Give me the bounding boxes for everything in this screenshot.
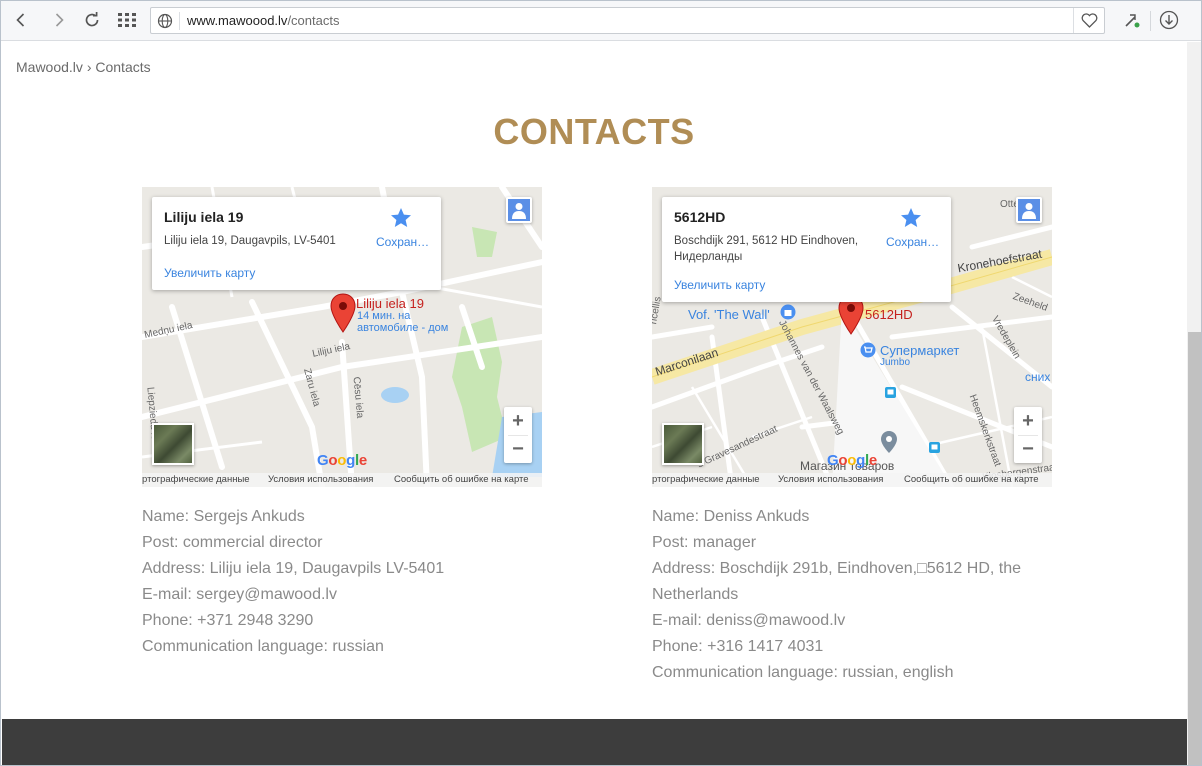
star-icon[interactable] bbox=[899, 206, 923, 230]
place-pin-icon bbox=[881, 431, 897, 453]
contact-email[interactable]: E-mail: deniss@mawood.lv bbox=[652, 608, 1021, 634]
place-label[interactable]: Vof. 'The Wall' bbox=[688, 307, 770, 322]
zoom-in-button[interactable]: + bbox=[1014, 407, 1042, 435]
browser-window: www.mawoood.lv/contacts Mawood.lv › Cont… bbox=[0, 0, 1202, 766]
toolbar-divider bbox=[1150, 11, 1151, 31]
map-card-address: Boschdijk 291, 5612 HD Eindhoven, Нидерл… bbox=[674, 235, 859, 263]
zoom-out-button[interactable]: − bbox=[1014, 435, 1042, 463]
map-card-title: 5612HD bbox=[674, 209, 726, 225]
place-label: сних bbox=[1025, 370, 1051, 384]
globe-icon bbox=[157, 13, 173, 29]
zoom-control: + − bbox=[504, 407, 532, 463]
save-place-link[interactable]: Сохран… bbox=[886, 235, 939, 249]
pin-sub-label: автомобиле - дом bbox=[357, 322, 449, 334]
contact-info-sergejs: Name: Sergejs Ankuds Post: commercial di… bbox=[142, 504, 444, 660]
map-attribution: ртографические данные Условия использова… bbox=[652, 473, 1052, 487]
pin-sub-label: 14 мин. на bbox=[357, 310, 411, 322]
report-error-link[interactable]: Сообщить об ошибке на карте bbox=[904, 474, 1039, 485]
satellite-toggle[interactable] bbox=[662, 423, 704, 465]
enlarge-map-link[interactable]: Увеличить карту bbox=[674, 278, 765, 292]
zoom-control: + − bbox=[1014, 407, 1042, 463]
contact-address: Address: Boschdijk 291b, Eindhoven,□5612… bbox=[652, 560, 1021, 577]
apps-button[interactable] bbox=[114, 7, 140, 33]
breadcrumb-home-link[interactable]: Mawood.lv bbox=[16, 59, 83, 75]
report-error-link[interactable]: Сообщить об ошибке на карте bbox=[394, 474, 529, 485]
url-domain: www.mawoood.lv bbox=[187, 13, 288, 28]
contact-phone[interactable]: Phone: +316 1417 4031 bbox=[652, 634, 1021, 660]
contact-post: Post: manager bbox=[652, 534, 757, 551]
heart-icon bbox=[1081, 13, 1097, 28]
enlarge-map-link[interactable]: Увеличить карту bbox=[164, 266, 255, 280]
contact-language: Communication language: russian, english bbox=[652, 664, 954, 681]
terms-link[interactable]: Условия использования bbox=[268, 474, 373, 485]
page-title: CONTACTS bbox=[493, 111, 695, 152]
map-pin-icon[interactable] bbox=[330, 293, 356, 333]
zoom-out-button[interactable]: − bbox=[504, 435, 532, 463]
back-icon bbox=[16, 13, 25, 27]
address-bar[interactable]: www.mawoood.lv/contacts bbox=[150, 7, 1105, 34]
page-footer bbox=[2, 719, 1187, 765]
map-info-card: Liliju iela 19 Liliju iela 19, Daugavpil… bbox=[152, 197, 441, 290]
back-button[interactable] bbox=[8, 7, 34, 33]
breadcrumb: Mawood.lv › Contacts bbox=[16, 59, 151, 75]
zoom-divider bbox=[508, 435, 528, 436]
map-data-link[interactable]: ртографические данные bbox=[652, 474, 760, 485]
contact-info-deniss: Name: Deniss Ankuds Post: manager Addres… bbox=[652, 504, 1021, 686]
street-view-button[interactable] bbox=[1016, 197, 1042, 223]
breadcrumb-current: Contacts bbox=[95, 59, 151, 75]
google-logo: Google bbox=[317, 452, 367, 469]
url-path: /contacts bbox=[287, 13, 340, 28]
zoom-in-button[interactable]: + bbox=[504, 407, 532, 435]
contact-address-continued: Netherlands bbox=[652, 586, 739, 603]
place-sub-label: Jumbo bbox=[880, 357, 911, 368]
map-daugavpils[interactable]: Medņu iela Liliju iela Zaru iela Cēsu ie… bbox=[142, 187, 542, 487]
pegman-icon bbox=[1018, 199, 1040, 221]
bus-stop-icon bbox=[929, 442, 940, 453]
download-icon bbox=[1159, 10, 1179, 30]
contact-name: Name: Deniss Ankuds bbox=[652, 508, 810, 525]
reload-button[interactable] bbox=[79, 7, 105, 33]
map-eindhoven[interactable]: Kronehoefstraat Marconilaan Vof. 'The Wa… bbox=[652, 187, 1052, 487]
map-info-card: 5612HD Boschdijk 291, 5612 HD Eindhoven,… bbox=[662, 197, 951, 302]
url-text[interactable]: www.mawoood.lv/contacts bbox=[187, 13, 339, 28]
terms-link[interactable]: Условия использования bbox=[778, 474, 883, 485]
scrollbar-thumb[interactable] bbox=[1188, 332, 1201, 765]
star-icon[interactable] bbox=[389, 206, 413, 230]
map-attribution: ртографические данные Условия использова… bbox=[142, 473, 542, 487]
cart-icon bbox=[860, 342, 876, 358]
pin-label: 5612HD bbox=[865, 307, 913, 322]
downloads-button[interactable] bbox=[1156, 7, 1182, 33]
pegman-icon bbox=[508, 199, 530, 221]
breadcrumb-separator: › bbox=[86, 59, 92, 75]
bus-stop-icon bbox=[885, 387, 896, 398]
reload-icon bbox=[85, 12, 99, 27]
pin-label: Liliju iela 19 bbox=[356, 296, 424, 311]
url-separator bbox=[179, 12, 180, 30]
map-card-title: Liliju iela 19 bbox=[164, 209, 244, 225]
bookmark-button[interactable] bbox=[1073, 8, 1104, 33]
map-data-link[interactable]: ртографические данные bbox=[142, 474, 250, 485]
contact-email[interactable]: E-mail: sergey@mawood.lv bbox=[142, 582, 444, 608]
contact-phone[interactable]: Phone: +371 2948 3290 bbox=[142, 608, 444, 634]
browser-toolbar: www.mawoood.lv/contacts bbox=[1, 1, 1201, 41]
contact-language: Communication language: russian bbox=[142, 638, 384, 655]
satellite-toggle[interactable] bbox=[152, 423, 194, 465]
contact-address: Address: Liliju iela 19, Daugavpils LV-5… bbox=[142, 560, 445, 577]
forward-icon bbox=[55, 13, 64, 27]
street-view-button[interactable] bbox=[506, 197, 532, 223]
zoom-divider bbox=[1018, 435, 1038, 436]
extension-button[interactable] bbox=[1119, 7, 1145, 33]
contact-name: Name: Sergejs Ankuds bbox=[142, 508, 305, 525]
grid-icon bbox=[118, 13, 136, 27]
map-card-address: Liliju iela 19, Daugavpils, LV-5401 bbox=[164, 235, 336, 247]
google-logo: Google bbox=[827, 452, 877, 469]
forward-button[interactable] bbox=[46, 7, 72, 33]
extension-icon bbox=[1125, 14, 1140, 28]
save-place-link[interactable]: Сохран… bbox=[376, 235, 429, 249]
contact-post: Post: commercial director bbox=[142, 534, 323, 551]
place-label[interactable]: Супермаркет bbox=[880, 343, 959, 358]
